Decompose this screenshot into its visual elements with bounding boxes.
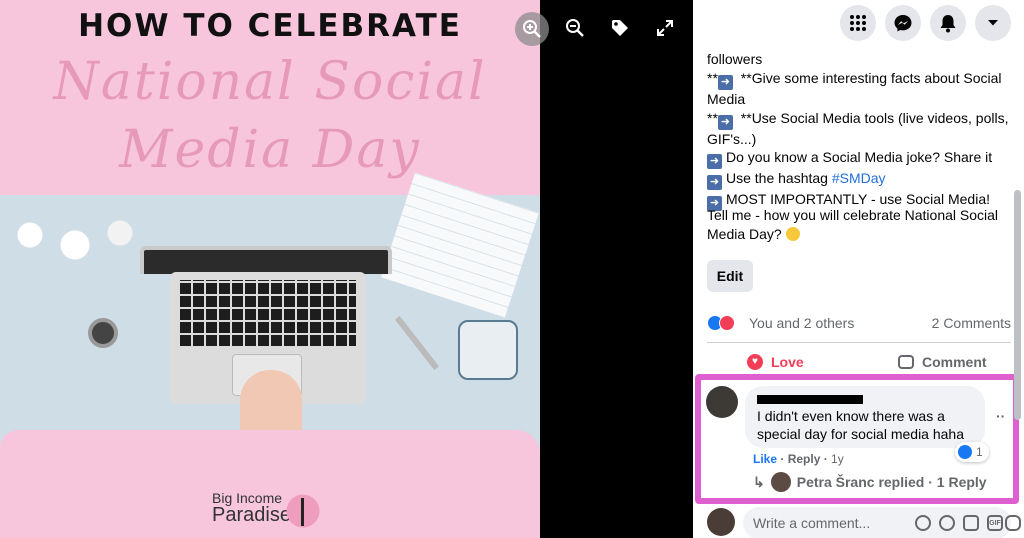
top-navigation-bar — [693, 0, 1024, 48]
comment-count[interactable]: 2 Comments — [932, 315, 1011, 331]
edit-button[interactable]: Edit — [707, 260, 753, 292]
image-headline: HOW TO CELEBRATE — [78, 8, 462, 44]
comment-composer[interactable]: GIF — [743, 507, 1021, 538]
comment-reaction-badge[interactable]: 1 — [955, 442, 989, 462]
comment-separator: · — [777, 452, 788, 466]
emoji-icon[interactable] — [939, 515, 955, 531]
panel-scrollbar[interactable] — [1014, 190, 1021, 420]
post-line-7-text: MOST IMPORTANTLY - use Social Media! — [726, 191, 991, 208]
post-line-1-text: **Give some interesting facts about Soci… — [736, 69, 1002, 86]
current-user-avatar — [707, 508, 735, 536]
zoom-in-button[interactable] — [515, 12, 549, 46]
brand-bottom-text: Paradise — [212, 504, 291, 526]
watch-decoration — [88, 318, 118, 348]
reply-arrow-icon: ↳ — [753, 473, 765, 490]
camera-icon[interactable] — [963, 515, 979, 531]
boat-decoration — [458, 320, 518, 380]
post-line-5: ➜ Do you know a Social Media joke? Share … — [707, 148, 1007, 170]
post-line-6-text: Use the hashtag — [726, 170, 832, 187]
sticker-icon[interactable] — [1005, 515, 1021, 531]
laptop-keyboard — [180, 280, 356, 346]
heart-icon: ♥ — [747, 354, 763, 370]
comment-label: Comment — [922, 354, 987, 370]
right-arrow-icon: ➜ — [717, 114, 733, 130]
image-script-line-1: National Social — [53, 52, 487, 112]
view-replies-link[interactable]: ↳ Petra Šranc replied · 1 Reply — [753, 472, 987, 492]
comment-actions: Like · Reply · 1y — [753, 452, 844, 466]
account-chevron-icon — [988, 20, 998, 26]
laptop-screen — [140, 246, 392, 274]
commenter-avatar[interactable] — [706, 386, 738, 418]
post-question-text: Tell me - how you will celebrate Nationa… — [707, 207, 999, 242]
replies-text: Petra Šranc replied · 1 Reply — [796, 474, 987, 490]
zoom-in-icon — [523, 20, 541, 38]
post-line-6: ➜ Use the hashtag #SMDay — [707, 169, 1007, 191]
commenter-name-redacted[interactable] — [757, 395, 863, 404]
post-details-panel: followers ** ➜ **Give some interesting fa… — [693, 0, 1024, 538]
post-line-5-text: Do you know a Social Media joke? Share i… — [726, 149, 993, 166]
post-line-3: ** ➜ **Use Social Media tools (live video… — [707, 109, 1009, 130]
comment-input[interactable] — [753, 507, 873, 538]
post-line-2: Media — [707, 90, 746, 107]
comment-separator: · — [820, 452, 832, 466]
avatar-sticker-icon[interactable] — [915, 515, 931, 531]
flowers-decoration — [0, 205, 150, 275]
comment-age[interactable]: 1y — [831, 452, 844, 466]
reactions-bar: You and 2 others 2 Comments — [707, 312, 1011, 334]
notifications-button[interactable] — [930, 5, 966, 41]
reaction-summary[interactable]: You and 2 others — [749, 315, 854, 331]
account-menu-button[interactable] — [975, 5, 1011, 41]
comment-reply-link[interactable]: Reply — [788, 452, 821, 466]
love-label: Love — [771, 354, 804, 370]
hashtag-link[interactable]: #SMDay — [832, 170, 886, 186]
comment-reaction-count: 1 — [976, 445, 983, 459]
love-reaction-icon — [719, 315, 735, 331]
comment-menu-icon[interactable]: ·· — [996, 408, 1005, 424]
right-arrow-icon: ➜ — [707, 154, 722, 170]
comment-text: I didn't even know there was a special d… — [757, 408, 965, 442]
thinking-face-icon — [785, 227, 800, 241]
photo-viewer: HOW TO CELEBRATE National Social Media D… — [0, 0, 1024, 538]
right-arrow-icon: ➜ — [717, 74, 733, 90]
post-line-4: GIF's...) — [707, 130, 757, 147]
brand-logo-text: Big Income Paradise — [212, 490, 291, 527]
fullscreen-icon — [657, 20, 673, 36]
tag-button[interactable] — [606, 14, 634, 42]
divider — [707, 342, 1011, 343]
messenger-icon — [894, 15, 912, 32]
fullscreen-button[interactable] — [651, 14, 679, 42]
post-body: followers ** ➜ **Give some interesting fa… — [707, 50, 1009, 212]
notifications-icon — [940, 15, 956, 33]
post-line-0: followers — [707, 51, 763, 67]
post-line-3-text: **Use Social Media tools (live videos, p… — [736, 109, 1009, 126]
post-line-1-prefix: ** — [707, 69, 718, 86]
love-button[interactable]: ♥ Love — [747, 352, 804, 372]
menu-button[interactable] — [840, 5, 876, 41]
gif-icon[interactable]: GIF — [987, 515, 1003, 531]
post-question: Tell me - how you will celebrate Nationa… — [707, 206, 1007, 244]
messenger-button[interactable] — [885, 5, 921, 41]
post-line-1: ** ➜ **Give some interesting facts about … — [707, 69, 1007, 90]
zoom-out-button[interactable] — [561, 14, 589, 42]
post-line-3-prefix: ** — [707, 109, 718, 126]
comment-button[interactable]: Comment — [898, 352, 987, 372]
replier-avatar — [770, 472, 791, 492]
right-arrow-icon: ➜ — [707, 175, 722, 191]
comment-like-link[interactable]: Like — [753, 452, 777, 466]
comment-bubble: I didn't even know there was a special d… — [745, 386, 985, 448]
image-script-line-2: Media Day — [119, 120, 421, 180]
like-reaction-icon — [958, 445, 972, 459]
palm-tree-logo-icon — [282, 490, 324, 532]
zoom-out-icon — [566, 19, 584, 37]
comment-bubble-icon — [898, 355, 914, 369]
menu-grid-icon — [850, 15, 866, 31]
tag-icon — [612, 20, 628, 36]
post-image[interactable]: HOW TO CELEBRATE National Social Media D… — [0, 0, 540, 538]
